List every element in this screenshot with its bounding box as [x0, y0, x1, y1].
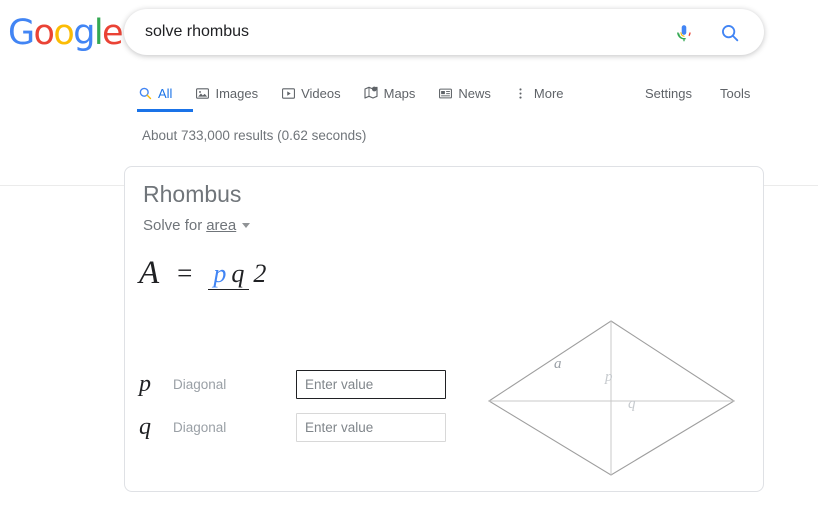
newspaper-icon: [437, 85, 453, 101]
active-tab-underline: [137, 109, 193, 112]
rhombus-calculator-card: Rhombus Solve for area A = pq 2 p Diagon…: [124, 166, 764, 492]
tab-videos-label: Videos: [301, 85, 341, 101]
variable-symbol-q: q: [139, 414, 151, 440]
formula-lhs: A: [139, 255, 160, 291]
nav-tab-list: All Images Videos Maps News More: [137, 74, 586, 112]
image-icon: [194, 85, 210, 101]
logo-letter-g2: g: [73, 13, 95, 53]
variable-name-p: Diagonal: [173, 377, 227, 392]
formula-fraction: pq 2: [208, 258, 267, 290]
formula-equals: =: [177, 258, 193, 288]
video-icon: [280, 85, 296, 101]
label-diagonal-q: q: [628, 396, 636, 412]
search-submit-icon[interactable]: [719, 22, 741, 44]
calculator-title: Rhombus: [143, 181, 242, 207]
variable-input-q[interactable]: [296, 413, 446, 442]
logo-letter-l: l: [93, 13, 104, 53]
google-logo[interactable]: Google: [8, 16, 123, 51]
formula-var-q: q: [231, 258, 245, 288]
nav-right-links: Settings Tools: [645, 74, 778, 112]
search-nav: All Images Videos Maps News More Setting…: [0, 74, 818, 186]
tab-news-label: News: [458, 85, 491, 101]
settings-link[interactable]: Settings: [645, 86, 692, 101]
variable-row-q: q Diagonal: [139, 406, 446, 449]
solve-for-label: Solve for: [143, 217, 203, 234]
tab-videos[interactable]: Videos: [280, 74, 341, 112]
map-pin-icon: [363, 85, 379, 101]
formula-var-p: p: [213, 258, 227, 288]
variable-row-p: p Diagonal: [139, 363, 446, 406]
variable-name-q: Diagonal: [173, 420, 227, 435]
logo-letter-o2: o: [53, 13, 74, 53]
logo-letter-e: e: [101, 13, 124, 53]
tab-images[interactable]: Images: [194, 74, 258, 112]
tab-more[interactable]: More: [513, 74, 564, 112]
tools-link[interactable]: Tools: [720, 86, 750, 101]
tab-all[interactable]: All: [137, 74, 172, 112]
search-box[interactable]: [124, 9, 764, 55]
tab-more-label: More: [533, 85, 564, 101]
solve-for-row: Solve for area: [143, 217, 251, 234]
tab-maps[interactable]: Maps: [363, 74, 416, 112]
kebab-menu-icon: [513, 85, 529, 101]
search-input[interactable]: [145, 10, 665, 54]
formula-display: A = pq 2: [139, 255, 266, 292]
chevron-down-icon[interactable]: [242, 223, 251, 228]
logo-letter-g1: G: [8, 13, 35, 53]
search-icon: [137, 85, 153, 101]
tab-all-label: All: [158, 85, 173, 101]
label-side-a: a: [554, 356, 562, 372]
variable-symbol-p: p: [139, 371, 151, 397]
microphone-icon[interactable]: [673, 22, 695, 44]
rhombus-diagram: a p q: [481, 315, 741, 481]
formula-denominator: 2: [253, 258, 267, 288]
variable-input-p[interactable]: [296, 370, 446, 399]
tab-images-label: Images: [215, 85, 259, 101]
variable-input-list: p Diagonal q Diagonal: [139, 363, 446, 449]
logo-letter-o1: o: [33, 13, 55, 53]
tab-news[interactable]: News: [437, 74, 491, 112]
tab-maps-label: Maps: [383, 85, 416, 101]
solve-for-select[interactable]: area: [206, 217, 236, 234]
result-stats: About 733,000 results (0.62 seconds): [142, 128, 367, 143]
formula-numerator: pq: [208, 258, 250, 290]
label-diagonal-p: p: [604, 369, 613, 385]
page-header: Google: [0, 0, 818, 70]
